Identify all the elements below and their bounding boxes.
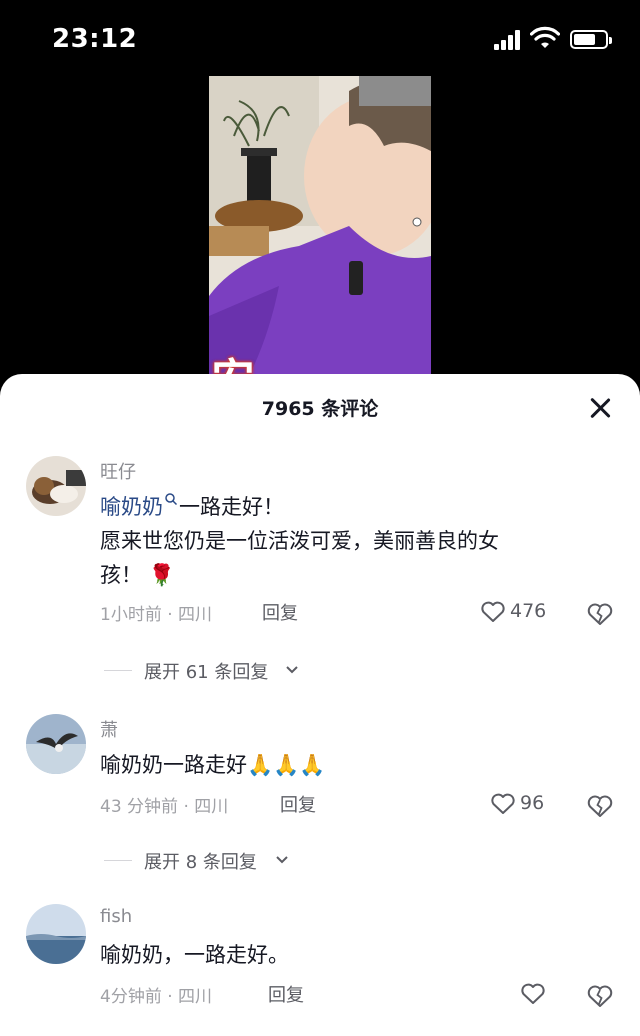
expand-replies-button[interactable]: 展开 8 条回复 (104, 848, 304, 874)
comment-text: 喻奶奶，一路走好。 (100, 938, 600, 972)
cat-avatar-image (26, 456, 86, 516)
reply-button[interactable]: 回复 (262, 599, 298, 625)
comment-username[interactable]: fish (100, 906, 132, 927)
video-frame-image (209, 76, 431, 376)
expand-replies-label: 展开 61 条回复 (144, 662, 269, 683)
avatar[interactable] (26, 714, 86, 774)
divider-line (104, 860, 132, 861)
reply-button[interactable]: 回复 (280, 791, 316, 817)
comment-text-line3: 孩！ (100, 563, 142, 587)
comment-text-line1: 一路走好！ (179, 495, 284, 519)
chevron-down-icon (276, 856, 288, 864)
comment-time-location: 43 分钟前 · 四川 (100, 797, 229, 817)
comment-time-location: 4分钟前 · 四川 (100, 987, 213, 1007)
dislike-broken-heart-icon[interactable] (586, 983, 614, 1011)
video-player[interactable]: 安 (209, 76, 431, 376)
comment-username[interactable]: 旺仔 (100, 458, 136, 484)
like-count: 476 (510, 600, 547, 622)
battery-level (574, 34, 595, 45)
comment-username[interactable]: 萧 (100, 716, 118, 742)
mention-link[interactable]: 喻奶奶 (100, 495, 163, 519)
avatar[interactable] (26, 904, 86, 964)
dislike-broken-heart-icon[interactable] (586, 793, 614, 821)
comment-text: 喻奶奶 一路走好！ 愿来世您仍是一位活泼可爱，美丽善良的女 孩！ 🌹 (100, 490, 600, 592)
heart-icon (521, 983, 545, 1004)
rose-emoji: 🌹 (148, 563, 175, 587)
battery-icon (570, 30, 612, 49)
comment-text: 喻奶奶一路走好🙏🙏🙏 (100, 748, 600, 782)
comment-text-body: 喻奶奶一路走好 (100, 753, 247, 777)
reply-button[interactable]: 回复 (268, 981, 304, 1007)
status-time: 23:12 (52, 24, 138, 54)
divider-line (104, 670, 132, 671)
status-bar: 23:12 (0, 0, 640, 80)
like-count: 96 (520, 792, 545, 814)
comments-count-title: 7965 条评论 (261, 398, 379, 420)
heart-icon (481, 601, 505, 622)
sea-avatar-image (26, 904, 86, 964)
wifi-icon (530, 26, 560, 48)
expand-replies-button[interactable]: 展开 61 条回复 (104, 658, 314, 684)
avatar[interactable] (26, 456, 86, 516)
comment-time-location: 1小时前 · 四川 (100, 605, 213, 625)
heart-icon (491, 793, 515, 814)
bird-avatar-image (26, 714, 86, 774)
cellular-signal-icon (494, 30, 524, 50)
comment-text-line2: 愿来世您仍是一位活泼可爱，美丽善良的女 (100, 529, 499, 553)
search-icon[interactable] (164, 492, 178, 506)
comment-text-body: 喻奶奶，一路走好。 (100, 943, 289, 967)
video-caption-text: 安 (211, 344, 255, 376)
chevron-down-icon (286, 666, 298, 674)
close-button[interactable] (584, 392, 616, 424)
comments-sheet: 7965 条评论 旺仔 喻奶奶 一路走好！ 愿来世您仍是一位活泼可爱，美丽善良的女… (0, 374, 640, 1036)
dislike-broken-heart-icon[interactable] (586, 601, 614, 629)
pray-emoji: 🙏🙏🙏 (247, 753, 326, 777)
expand-replies-label: 展开 8 条回复 (144, 852, 257, 873)
